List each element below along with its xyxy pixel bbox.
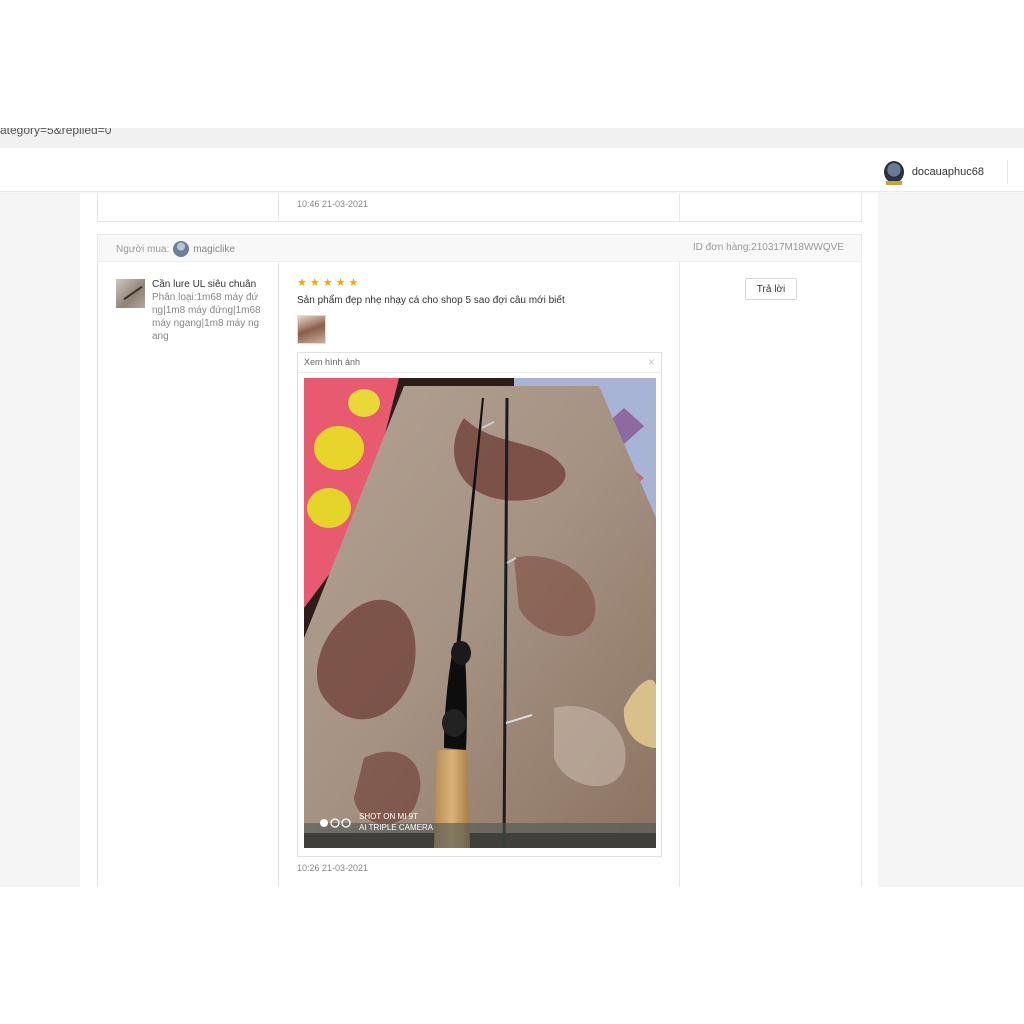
review-photo-drawing: SHOT ON MI 9T AI TRIPLE CAMERA (304, 378, 656, 848)
screenshot: ategory=5&replied=0 docauaphuc68 10:46 2… (0, 0, 1024, 1024)
column-divider (679, 193, 680, 221)
buyer-info: Người mua: magiclike (116, 241, 235, 257)
column-divider (679, 262, 680, 887)
order-id: ID đơn hàng:210317M18WWQVE (692, 242, 844, 253)
user-menu[interactable]: docauaphuc68 (883, 161, 984, 185)
header-divider (1007, 160, 1008, 184)
rating-stars: ★ ★ ★ ★ ★ (297, 277, 358, 289)
username: docauaphuc68 (911, 166, 984, 178)
column-divider (278, 193, 279, 221)
star-icon: ★ (348, 277, 359, 289)
star-icon: ★ (335, 277, 346, 289)
reply-button[interactable]: Trả lời (745, 278, 797, 300)
star-icon: ★ (322, 277, 333, 289)
image-viewer: Xem hình ảnh × SHOT ON MI 9T AI TRIPLE C… (297, 352, 662, 857)
review-card: Người mua: magiclike ID đơn hàng:210317M… (97, 234, 862, 887)
buyer-name[interactable]: magiclike (193, 244, 235, 255)
close-icon[interactable]: × (648, 355, 655, 369)
watermark-line-1: SHOT ON MI 9T (359, 812, 418, 821)
image-viewer-title: Xem hình ảnh (304, 357, 361, 367)
star-icon: ★ (309, 277, 320, 289)
product-thumbnail[interactable] (116, 279, 145, 308)
product-name[interactable]: Cần lure UL siêu chuân (152, 278, 262, 291)
reviews-panel: 10:46 21-03-2021 Người mua: magiclike ID… (80, 193, 878, 887)
url-bar[interactable]: ategory=5&replied=0 (0, 128, 1024, 148)
review-image-thumbnail[interactable] (297, 315, 326, 344)
buyer-avatar-icon (173, 241, 190, 257)
url-text: ategory=5&replied=0 (0, 128, 112, 137)
column-divider (278, 262, 279, 887)
previous-review-time: 10:46 21-03-2021 (297, 199, 369, 209)
previous-review-card: 10:46 21-03-2021 (97, 193, 862, 222)
star-icon: ★ (297, 277, 307, 289)
buyer-label: Người mua: (116, 243, 170, 255)
review-photo[interactable]: SHOT ON MI 9T AI TRIPLE CAMERA (304, 378, 656, 848)
review-card-header: Người mua: magiclike ID đơn hàng:210317M… (98, 235, 861, 262)
watermark-line-2: AI TRIPLE CAMERA (359, 823, 434, 832)
review-comment: Sản phẩm đẹp nhẹ nhạy cá cho shop 5 sao … (297, 295, 565, 306)
review-time: 10:26 21-03-2021 (297, 863, 369, 873)
product-variant: Phân loại:1m68 máy đứng|1m8 máy đứng|1m6… (152, 292, 261, 342)
user-avatar-icon (883, 161, 904, 185)
app-header: docauaphuc68 (0, 152, 1024, 192)
divider (298, 372, 661, 373)
